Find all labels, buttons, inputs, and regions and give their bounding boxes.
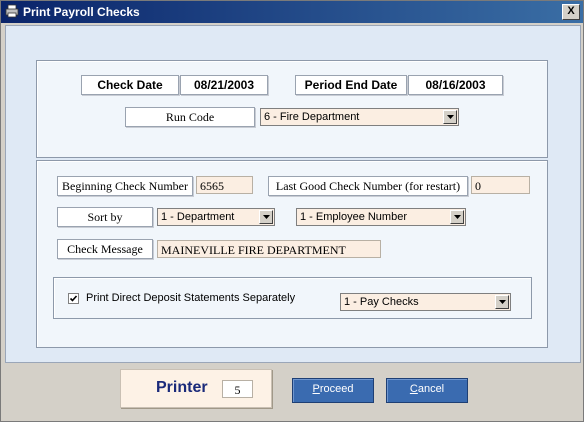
window-title: Print Payroll Checks [23,5,140,19]
run-code-value: 6 - Fire Department [264,111,360,123]
printer-number-input[interactable]: 5 [222,380,253,398]
close-button[interactable]: X [562,4,580,20]
proceed-label: roceed [319,383,354,395]
sort-secondary-select[interactable]: 1 - Employee Number [296,208,466,226]
period-end-date-label: Period End Date [295,75,407,95]
check-options-group: Beginning Check Number 6565 Last Good Ch… [36,160,548,348]
chevron-down-icon[interactable] [443,110,457,124]
checkmark-icon [69,295,78,302]
run-info-group: Check Date 08/21/2003 Period End Date 08… [36,60,548,158]
cancel-button[interactable]: Cancel [386,378,468,403]
cancel-accelerator: C [409,383,418,395]
check-date-label: Check Date [81,75,179,95]
direct-deposit-checkbox[interactable] [68,293,79,304]
printer-app-icon [5,4,19,18]
dialog-body: Check Date 08/21/2003 Period End Date 08… [5,25,581,363]
proceed-button[interactable]: Proceed [292,378,374,403]
period-end-date-value: 08/16/2003 [408,75,503,95]
check-message-label: Check Message [57,239,153,259]
close-icon: X [567,5,575,17]
chevron-down-icon[interactable] [259,210,273,224]
chevron-down-icon[interactable] [450,210,464,224]
print-payroll-checks-window: Print Payroll Checks X Check Date 08/21/… [0,0,584,422]
chevron-down-icon[interactable] [495,295,509,309]
run-code-select[interactable]: 6 - Fire Department [260,108,459,126]
last-good-check-number-input[interactable]: 0 [471,176,530,194]
title-bar[interactable]: Print Payroll Checks X [1,1,583,23]
check-date-value: 08/21/2003 [180,75,268,95]
check-message-input[interactable]: MAINEVILLE FIRE DEPARTMENT [157,240,381,258]
sort-primary-select[interactable]: 1 - Department [157,208,275,226]
cancel-label: ancel [417,383,445,395]
direct-deposit-group: Print Direct Deposit Statements Separate… [53,277,532,319]
direct-deposit-mode-select[interactable]: 1 - Pay Checks [340,293,511,311]
printer-panel: Printer 5 [120,369,272,408]
direct-deposit-mode-value: 1 - Pay Checks [344,296,419,308]
direct-deposit-label[interactable]: Print Direct Deposit Statements Separate… [86,292,295,304]
sort-by-label: Sort by [57,207,153,227]
printer-label: Printer [156,379,208,396]
sort-secondary-value: 1 - Employee Number [300,211,407,223]
beginning-check-number-input[interactable]: 6565 [196,176,253,194]
sort-primary-value: 1 - Department [161,211,235,223]
run-code-label: Run Code [125,107,255,127]
last-good-check-number-label: Last Good Check Number (for restart) [268,176,468,196]
beginning-check-number-label: Beginning Check Number [57,176,193,196]
proceed-accelerator: P [312,383,320,395]
